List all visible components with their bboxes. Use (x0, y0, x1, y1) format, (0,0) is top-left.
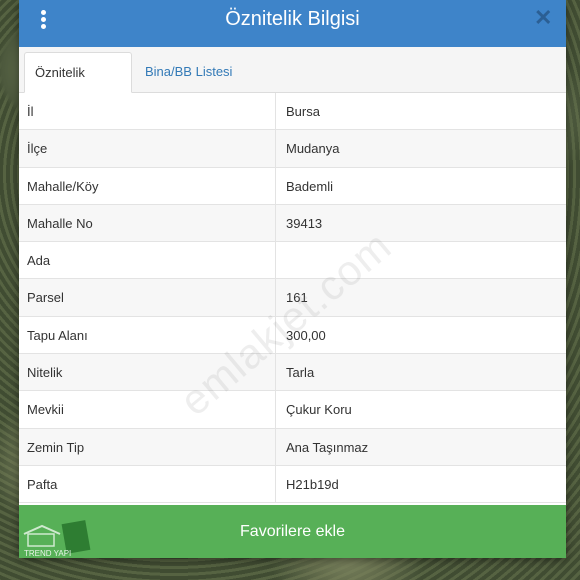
table-row: Mahalle No 39413 (19, 204, 566, 243)
tab-attribute-info[interactable]: Öznitelik Bilgisi (24, 52, 132, 120)
attribute-value: 300,00 (286, 327, 326, 343)
table-row: Ada (19, 242, 566, 280)
attribute-key: Tapu Alanı (19, 316, 276, 354)
attribute-key: Parsel (19, 279, 276, 316)
attribute-value: 39413 (286, 215, 323, 231)
table-row: Zemin Tip Ana Taşınmaz (19, 428, 566, 466)
tab-building-list[interactable]: Bina/BB Listesi (135, 52, 242, 93)
attribute-key: Nitelik (19, 354, 276, 391)
tab-bar: Öznitelik Bilgisi Bina/BB Listesi (19, 47, 566, 120)
close-icon[interactable]: ✕ (534, 7, 552, 29)
table-row: İlçe Mudanya (19, 130, 566, 168)
attribute-key: Pafta (19, 465, 276, 503)
table-row: Pafta H21b19d (19, 465, 566, 504)
attribute-key: Mevkii (19, 391, 276, 428)
attribute-value: Ana Taşınmaz (286, 439, 369, 455)
attribute-value: Bademli (286, 178, 333, 194)
table-row: Mahalle/Köy Bademli (19, 167, 566, 205)
table-row: Mevkii Çukur Koru (19, 391, 566, 429)
attribute-key: Mahalle No (19, 204, 276, 242)
table-row: Nitelik Tarla (19, 354, 566, 392)
logo-text: TREND YAPI (24, 549, 71, 558)
attribute-dialog: Öznitelik Bilgisi ✕ Öznitelik Bilgisi Bi… (19, 0, 566, 558)
attribute-key: Mahalle/Köy (19, 167, 276, 204)
trend-yapi-logo: TREND YAPI (23, 520, 91, 558)
attribute-value (276, 242, 286, 278)
attribute-value: Mudanya (286, 141, 340, 157)
attribute-key: Zemin Tip (19, 428, 276, 465)
attribute-key: İlçe (19, 130, 276, 167)
table-row: Tapu Alanı 300,00 (19, 316, 566, 355)
table-row: İl Bursa (19, 93, 566, 131)
attribute-value: Bursa (286, 104, 320, 119)
dialog-header: Öznitelik Bilgisi ✕ (19, 0, 566, 47)
add-to-favorites-button[interactable]: Favorilere ekle (19, 505, 566, 558)
attribute-table: İl Bursa İlçe Mudanya Mahalle/Köy Bademl… (19, 93, 566, 504)
attribute-key: Ada (19, 242, 276, 279)
attribute-value: 161 (286, 290, 308, 306)
attribute-value: Çukur Koru (286, 402, 352, 418)
attribute-key: İl (19, 93, 276, 130)
attribute-value: Tarla (286, 365, 315, 381)
table-row: Parsel 161 (19, 279, 566, 317)
attribute-value: H21b19d (286, 476, 339, 492)
dialog-title: Öznitelik Bilgisi (225, 8, 360, 30)
